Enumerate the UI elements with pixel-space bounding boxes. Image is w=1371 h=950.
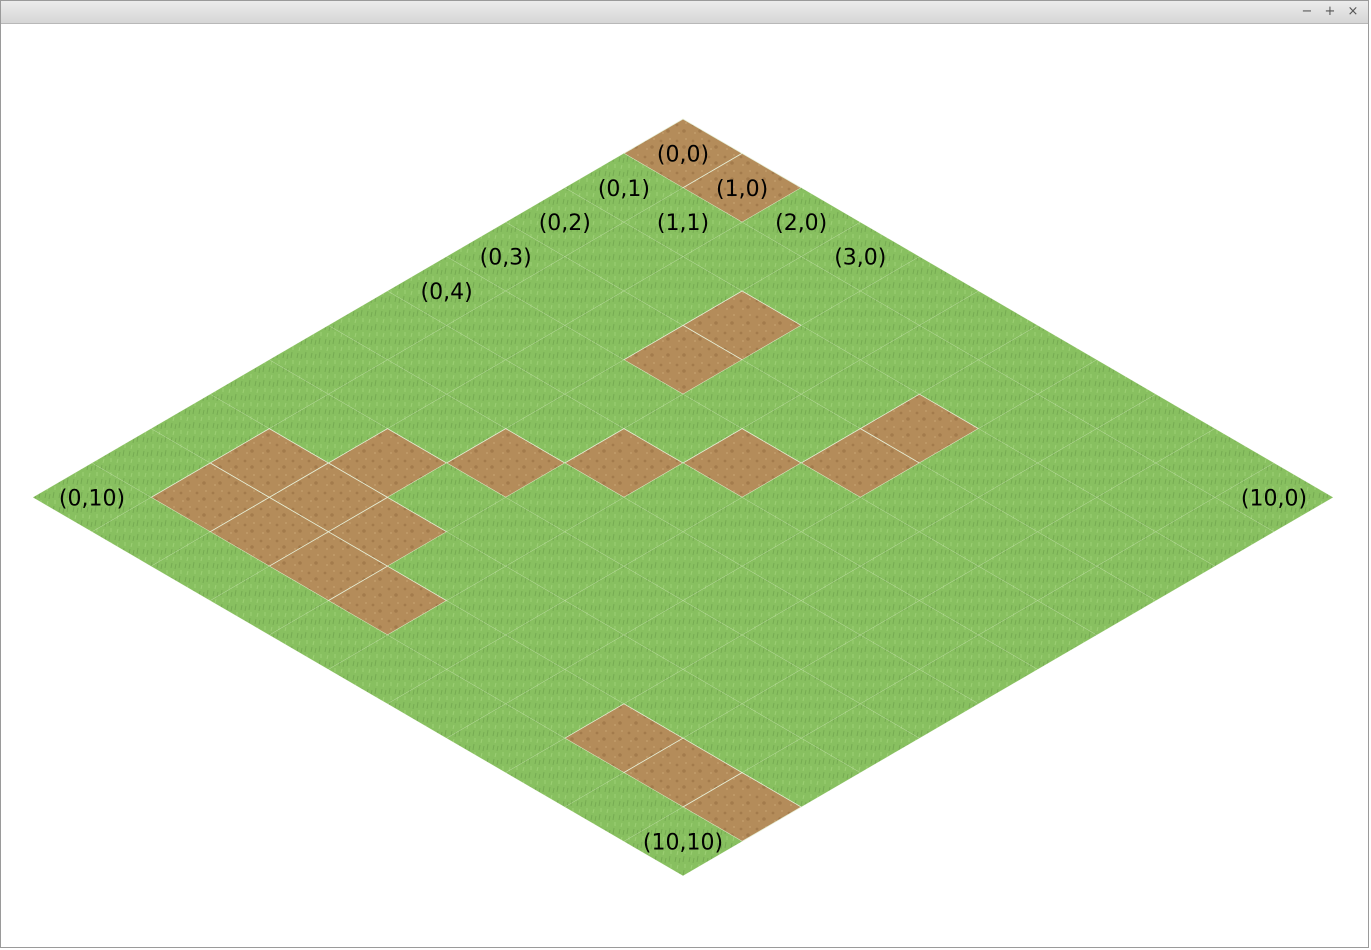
title-bar[interactable]: − + × xyxy=(1,1,1368,24)
maximize-icon[interactable]: + xyxy=(1321,3,1339,21)
tile-coordinate-label: (0,3) xyxy=(480,246,532,271)
tile-coordinate-label: (3,0) xyxy=(834,246,886,271)
tile-coordinate-label: (0,10) xyxy=(59,486,125,511)
game-canvas[interactable]: (0,0) (1,0) (0,1) (1,1) (2,0) (0,2) (3,0) (0,3)… xyxy=(1,24,1370,949)
game-window: − + × (0,0) (1,0) (0,1) (1,1) (2,0) (0,2… xyxy=(0,0,1369,948)
tile-coordinate-label: (0,2) xyxy=(539,211,591,236)
tile-coordinate-label: (1,0) xyxy=(716,177,768,202)
tile-coordinate-label: (10,10) xyxy=(643,830,723,855)
close-icon[interactable]: × xyxy=(1344,3,1362,21)
tile-coordinate-label: (10,0) xyxy=(1241,486,1307,511)
tile-coordinate-label: (0,0) xyxy=(657,142,709,167)
tile-coordinate-label: (2,0) xyxy=(775,211,827,236)
minimize-icon[interactable]: − xyxy=(1298,3,1316,21)
tile-coordinate-label: (0,1) xyxy=(598,177,650,202)
tile-coordinate-label: (0,4) xyxy=(421,280,473,305)
tile-coordinate-label: (1,1) xyxy=(657,211,709,236)
isometric-map[interactable]: (0,0) (1,0) (0,1) (1,1) (2,0) (0,2) (3,0) (0,3)… xyxy=(1,24,1370,949)
